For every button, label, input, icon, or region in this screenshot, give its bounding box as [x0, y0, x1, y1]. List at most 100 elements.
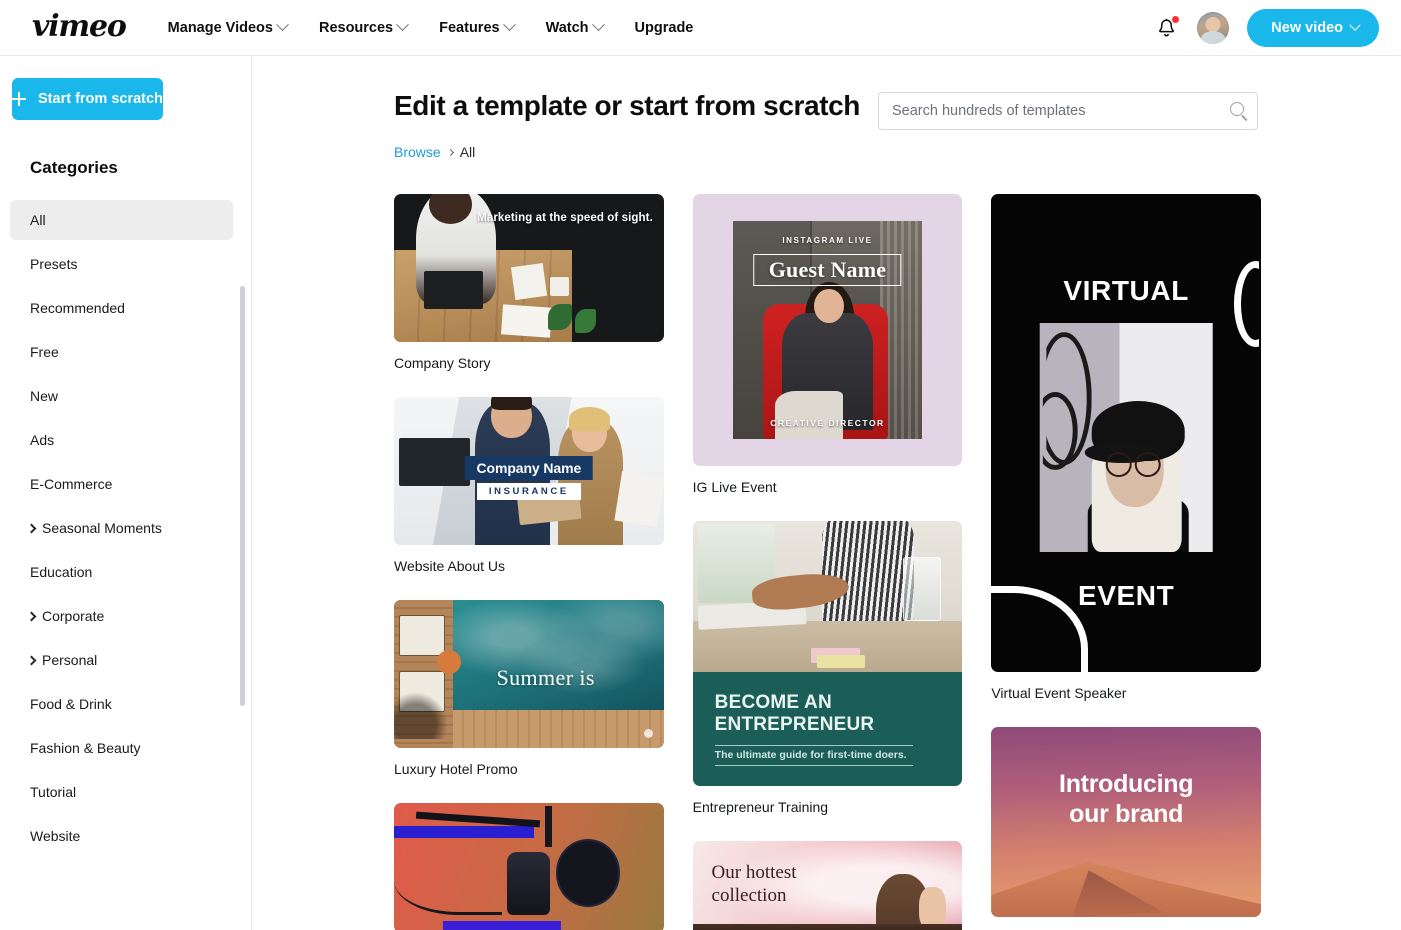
thumbnail-overlay-text: Summer is	[496, 665, 595, 691]
templates-main-panel: Edit a template or start from scratch Br…	[252, 56, 1401, 930]
vimeo-logo[interactable]: vimeo	[32, 11, 127, 42]
template-name: IG Live Event	[692, 479, 777, 495]
template-thumbnail: Summer is	[394, 600, 664, 748]
chevron-down-icon	[276, 18, 289, 32]
white-squiggle-art	[1234, 260, 1260, 347]
sidebar-item-new[interactable]: New	[10, 376, 233, 416]
deck-art	[453, 709, 664, 748]
sidebar-item-label: Food & Drink	[30, 696, 112, 712]
new-video-button[interactable]: New video	[1247, 8, 1379, 47]
plant-art	[547, 303, 572, 331]
person-hair-art	[569, 407, 610, 432]
template-name: Luxury Hotel Promo	[394, 761, 518, 777]
template-card[interactable]: Company Name INSURANCE Website About Us	[394, 397, 664, 574]
nav-item-label: Features	[439, 19, 500, 36]
sidebar-item-personal[interactable]: Personal	[10, 640, 233, 680]
sidebar-item-label: Seasonal Moments	[42, 520, 162, 536]
sidebar-item-recommended[interactable]: Recommended	[10, 288, 233, 328]
caption-panel: BECOME AN ENTREPRENEUR The ultimate guide…	[692, 672, 963, 786]
sidebar-item-label: Ads	[30, 432, 55, 448]
search-container	[878, 92, 1258, 130]
template-card[interactable]: BECOME AN ENTREPRENEUR The ultimate guide…	[692, 521, 963, 815]
boom-arm-art	[415, 811, 540, 827]
sidebar-item-label: Website	[30, 828, 81, 844]
sidebar-item-corporate[interactable]: Corporate	[10, 596, 233, 636]
user-avatar[interactable]	[1197, 11, 1230, 44]
search-input[interactable]	[878, 92, 1258, 130]
chevron-down-icon	[502, 18, 516, 32]
glasses-icon	[1134, 451, 1161, 477]
notifications-button[interactable]	[1155, 14, 1181, 41]
sidebar-item-label: Free	[30, 344, 59, 360]
sidebar-item-e-commerce[interactable]: E-Commerce	[10, 464, 233, 504]
start-from-scratch-button[interactable]: Start from scratch	[12, 78, 163, 120]
sidebar-scrollbar[interactable]	[240, 206, 245, 736]
thumbnail-overlay-footer: CREATIVE DIRECTOR	[770, 417, 885, 428]
paper-art	[614, 470, 664, 528]
categories-heading: Categories	[30, 158, 118, 177]
nav-item-watch[interactable]: Watch	[530, 12, 619, 44]
lounger-art	[399, 614, 446, 657]
chevron-down-icon	[591, 18, 605, 32]
template-card[interactable]: Marketing at the speed of sight. Company…	[394, 194, 664, 371]
person-body-art	[822, 521, 914, 624]
paper-art	[500, 304, 552, 338]
nav-right-cluster: New video	[1155, 8, 1379, 47]
thumbnail-overlay-text: Introducing our brand	[1059, 769, 1194, 828]
thumbnail-overlay-text: Guest Name	[753, 253, 902, 286]
nav-item-features[interactable]: Features	[423, 12, 529, 44]
palm-shadow-art	[394, 691, 448, 740]
sidebar-item-education[interactable]: Education	[10, 552, 233, 592]
sidebar-item-presets[interactable]: Presets	[10, 244, 233, 284]
chevron-right-icon	[446, 148, 454, 156]
accent-dot-art	[643, 728, 653, 738]
template-thumbnail: INSTAGRAM LIVE Guest Name CREATIVE DIREC…	[692, 194, 963, 466]
sidebar-item-seasonal-moments[interactable]: Seasonal Moments	[10, 508, 233, 548]
breadcrumb: Browse All	[394, 144, 1401, 160]
plant-art	[574, 309, 597, 334]
glasses-icon	[1105, 451, 1132, 477]
template-card[interactable]: INSTAGRAM LIVE Guest Name CREATIVE DIREC…	[692, 194, 963, 495]
microphone-art	[507, 852, 551, 915]
thumbnail-overlay-text: VIRTUAL	[1063, 275, 1189, 307]
screen-art	[399, 438, 470, 486]
sidebar-item-food-and-drink[interactable]: Food & Drink	[10, 684, 233, 724]
sidebar-item-ads[interactable]: Ads	[10, 420, 233, 460]
person-hair-art	[491, 397, 532, 411]
paper-art	[510, 262, 548, 300]
sidebar-item-free[interactable]: Free	[10, 332, 233, 372]
sidebar-item-tutorial[interactable]: Tutorial	[10, 772, 233, 812]
thumbnail-overlay-text: Marketing at the speed of sight.	[477, 211, 653, 224]
nav-item-manage-videos[interactable]: Manage Videos	[152, 12, 303, 44]
sidebar-item-website[interactable]: Website	[10, 816, 233, 856]
template-card[interactable]: Our hottest collection	[692, 841, 963, 930]
inner-photo-art: INSTAGRAM LIVE Guest Name CREATIVE DIREC…	[733, 221, 922, 439]
template-card[interactable]	[394, 803, 664, 930]
sidebar-item-label: Corporate	[42, 608, 105, 624]
nav-item-label: Upgrade	[634, 19, 694, 36]
template-thumbnail: Marketing at the speed of sight.	[394, 194, 664, 342]
primary-nav-links: Manage Videos Resources Features Watch U…	[152, 12, 710, 44]
cup-art	[550, 276, 570, 297]
nav-item-resources[interactable]: Resources	[303, 12, 423, 44]
template-name: Virtual Event Speaker	[991, 685, 1127, 701]
template-thumbnail: BECOME AN ENTREPRENEUR The ultimate guide…	[692, 521, 963, 786]
template-thumbnail: Our hottest collection	[692, 841, 963, 930]
notification-badge-dot	[1171, 14, 1181, 24]
sidebar-item-all[interactable]: All	[10, 200, 233, 240]
template-card[interactable]: Summer is Luxury Hotel Promo	[394, 600, 664, 777]
chevron-right-icon	[26, 611, 37, 621]
sidebar-scrollbar-thumb[interactable]	[240, 286, 245, 706]
breadcrumb-browse-link[interactable]: Browse	[394, 144, 441, 160]
plus-icon	[12, 92, 26, 106]
glass-art	[903, 557, 941, 621]
category-list: All Presets Recommended Free New Ads E-C…	[0, 200, 251, 856]
sidebar-item-label: Education	[30, 564, 93, 580]
template-card[interactable]: Introducing our brand	[991, 727, 1261, 917]
sidebar-item-fashion-and-beauty[interactable]: Fashion & Beauty	[10, 728, 233, 768]
thumbnail-overlay-text: BECOME AN ENTREPRENEUR	[714, 692, 875, 736]
template-thumbnail: Introducing our brand	[991, 727, 1261, 917]
sidebar-item-label: Recommended	[30, 300, 125, 316]
nav-item-upgrade[interactable]: Upgrade	[619, 12, 710, 44]
template-card[interactable]: VIRTUAL EVENT Virtual Event Speaker	[991, 194, 1261, 701]
